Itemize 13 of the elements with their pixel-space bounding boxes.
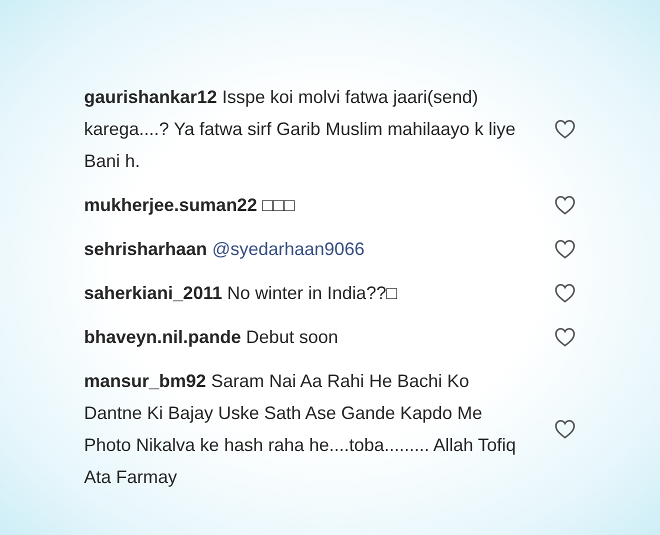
heart-icon[interactable] — [554, 283, 576, 303]
comment-text: mukherjee.suman22 □□□ — [84, 194, 296, 217]
comment-text: gaurishankar12 Isspe koi molvi fatwa jaari(send) karega....? Ya fatwa sirf Garib Muslim mahilaayo k liye Bani h. — [84, 86, 516, 173]
heart-icon[interactable] — [554, 239, 576, 259]
comment-text: mansur_bm92 Saram Nai Aa Rahi He Bachi Ko Dantne Ki Bajay Uske Sath Ase Gande Kapdo Me Photo Nikalva ke hash raha he....toba......... Allah Tofiq Ata Farmay — [84, 370, 517, 489]
comment-text: sehrisharhaan @syedarhaan9066 — [84, 238, 366, 261]
heart-icon[interactable] — [554, 419, 576, 439]
comment-text: bhaveyn.nil.pande Debut soon — [84, 326, 340, 349]
mention-link[interactable]: @syedarhaan9066 — [212, 239, 364, 259]
heart-icon[interactable] — [554, 119, 576, 139]
comment-text: saherkiani_2011 No winter in India??□ — [84, 282, 398, 305]
heart-icon[interactable] — [554, 195, 576, 215]
heart-icon[interactable] — [554, 327, 576, 347]
